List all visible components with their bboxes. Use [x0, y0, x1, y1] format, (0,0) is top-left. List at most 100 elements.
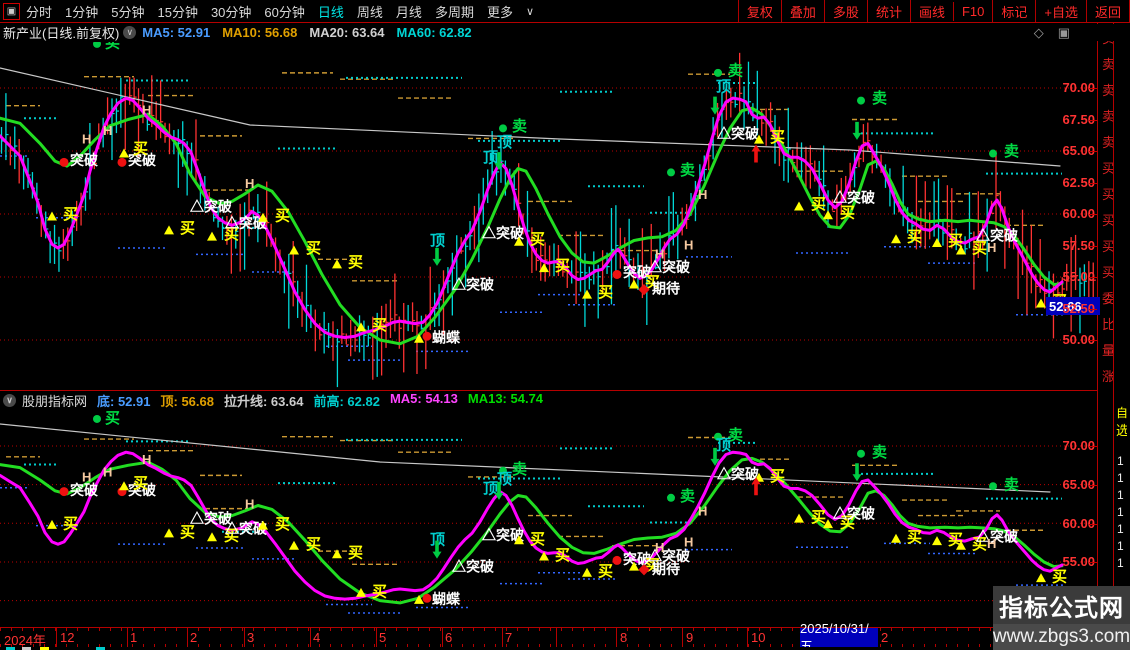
- svg-text:买: 买: [180, 220, 195, 237]
- indicator-field: 顶: 56.68: [160, 393, 214, 409]
- price-label: 70.00: [1062, 80, 1095, 95]
- sidebar-clipped-char: 卖: [1102, 83, 1113, 98]
- toolbar-button-F10[interactable]: F10: [952, 1, 992, 21]
- toolbar-item-分时[interactable]: 分时: [26, 2, 52, 21]
- axis-tick: [484, 628, 485, 631]
- price-label: 55.00: [1062, 554, 1095, 569]
- x-axis-label: 1: [130, 630, 138, 645]
- toolbar-item-月线[interactable]: 月线: [396, 2, 422, 21]
- price-tick: [1089, 340, 1097, 341]
- sidebar-tab-partial[interactable]: 自: [1116, 404, 1128, 421]
- candlestick-chart[interactable]: 买突破 突破买买买△突破买△突破 买买买买蝴蝶△突破顶卖顶顶△突破 买买买突破买△突破…: [0, 0, 1130, 650]
- toolbar-item-多周期[interactable]: 多周期: [435, 2, 474, 21]
- svg-text:△突破: △突破: [451, 559, 494, 575]
- sidebar-tab-partial[interactable]: 选: [1116, 420, 1127, 439]
- toolbar-button-复权[interactable]: 复权: [737, 0, 781, 23]
- month-separator: [747, 628, 748, 647]
- svg-text:突破: 突破: [70, 152, 98, 168]
- toolbar-item-5分钟[interactable]: 5分钟: [111, 2, 144, 21]
- svg-text:卖: 卖: [728, 62, 743, 79]
- indicator-field: 底: 52.91: [97, 393, 151, 409]
- svg-text:H: H: [82, 132, 91, 147]
- toolbar-item-15分钟[interactable]: 15分钟: [157, 2, 197, 21]
- axis-tick: [660, 628, 661, 631]
- axis-tick: [737, 628, 738, 631]
- price-tick: [1089, 277, 1097, 278]
- toolbar-button-返回[interactable]: 返回: [1085, 0, 1130, 23]
- watermark: 指标公式网 www.zbgs3.com: [993, 586, 1130, 650]
- toolbar-item-更多[interactable]: 更多: [487, 2, 513, 21]
- svg-text:买: 买: [63, 515, 78, 532]
- svg-text:△突破: △突破: [716, 466, 759, 482]
- axis-tick: [957, 628, 958, 631]
- toolbar-button-统计[interactable]: 统计: [866, 0, 910, 23]
- axis-tick: [396, 628, 397, 631]
- axis-tick: [418, 628, 419, 631]
- chevron-down-icon[interactable]: ∨: [123, 26, 137, 39]
- svg-text:H: H: [142, 103, 151, 118]
- diamond-icon[interactable]: ◇: [1034, 25, 1044, 41]
- svg-text:△突破: △突破: [647, 259, 690, 275]
- sidebar-number: 1: [1117, 471, 1124, 485]
- svg-text:买: 买: [63, 206, 78, 223]
- toolbar-item-30分钟[interactable]: 30分钟: [211, 2, 251, 21]
- toolbar-item-1分钟[interactable]: 1分钟: [65, 2, 98, 21]
- window-split-icon[interactable]: ▣: [1058, 25, 1070, 41]
- axis-tick: [429, 628, 430, 631]
- right-sidebar-strip[interactable]: 卖卖卖卖卖买买买买买委比量涨自选1111111: [1098, 22, 1130, 650]
- toolbar-item-日线[interactable]: 日线: [318, 2, 344, 21]
- svg-text:卖: 卖: [1004, 477, 1019, 494]
- svg-text:H: H: [684, 535, 693, 550]
- axis-tick: [473, 628, 474, 631]
- svg-text:H: H: [698, 504, 707, 519]
- toolbar-button-+自选[interactable]: +自选: [1035, 0, 1086, 23]
- svg-text:H: H: [987, 536, 996, 551]
- toolbar-item-60分钟[interactable]: 60分钟: [264, 2, 304, 21]
- sidebar-number: 1: [1117, 522, 1124, 536]
- window-layout-icon[interactable]: ▣: [3, 2, 20, 20]
- axis-tick: [726, 628, 727, 631]
- sidebar-clipped-char: 涨: [1102, 369, 1113, 384]
- svg-text:买: 买: [348, 545, 363, 562]
- toolbar-button-标记[interactable]: 标记: [992, 0, 1035, 23]
- x-axis-label: 2: [881, 630, 889, 645]
- title-bar-icons: ◇ ▣: [1034, 25, 1070, 41]
- svg-text:卖: 卖: [512, 118, 527, 135]
- svg-text:期待: 期待: [652, 561, 680, 577]
- indicator-field: MA13: 54.74: [467, 390, 544, 406]
- toolbar-item-周线[interactable]: 周线: [357, 2, 383, 21]
- toolbar-button-多股[interactable]: 多股: [823, 0, 867, 23]
- sidebar-clipped-char: 买: [1102, 265, 1113, 280]
- sidebar-number: 1: [1117, 505, 1124, 519]
- toolbar-button-叠加[interactable]: 叠加: [780, 0, 824, 23]
- svg-text:买: 买: [811, 509, 826, 526]
- x-axis-label: 10: [751, 630, 766, 645]
- chevron-down-icon[interactable]: ∨: [3, 393, 16, 407]
- axis-tick: [341, 628, 342, 631]
- axis-tick: [924, 628, 925, 631]
- x-axis-label: 5: [379, 630, 387, 645]
- axis-tick: [528, 628, 529, 631]
- indicator-header-bar: ∨ 股朋指标网 底: 52.91 顶: 56.68 拉升线: 63.64 前高: 62…: [0, 390, 1097, 409]
- sidebar-clipped-char: 量: [1102, 343, 1113, 358]
- svg-text:期待: 期待: [652, 280, 680, 296]
- axis-tick: [583, 628, 584, 631]
- svg-text:H: H: [82, 470, 91, 485]
- price-label: 60.00: [1062, 206, 1095, 221]
- axis-tick: [913, 628, 914, 631]
- axis-tick: [0, 628, 1, 631]
- sidebar-number: 1: [1117, 539, 1124, 553]
- price-label: 57.50: [1062, 238, 1095, 253]
- svg-text:买: 买: [555, 547, 570, 564]
- svg-text:顶: 顶: [497, 134, 512, 151]
- toolbar-button-画线[interactable]: 画线: [909, 0, 953, 23]
- more-dropdown-icon[interactable]: ∨: [526, 5, 534, 18]
- axis-tick: [594, 628, 595, 631]
- x-axis[interactable]: 2024年 12 1 2 3 4 5 6 7 8 9 10 2 2025/10/31/五: [0, 621, 1097, 650]
- axis-tick: [572, 628, 573, 631]
- price-tick: [1089, 120, 1097, 121]
- month-separator: [442, 628, 443, 647]
- price-tick: [1089, 214, 1097, 215]
- ma-value: MA60: 62.82: [396, 25, 472, 40]
- svg-text:卖: 卖: [512, 461, 527, 478]
